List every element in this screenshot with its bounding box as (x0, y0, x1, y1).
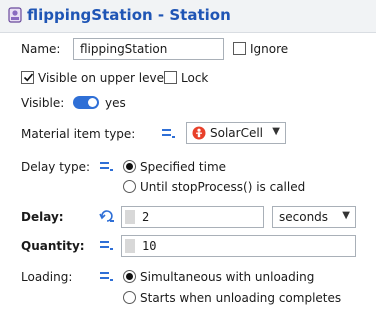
loading-simultaneous-radio[interactable] (123, 270, 136, 283)
ignore-checkbox[interactable] (233, 42, 246, 55)
delay-value: 2 (142, 210, 150, 224)
properties-header: flippingStation - Station (0, 0, 376, 33)
name-field[interactable]: flippingStation (73, 38, 224, 60)
delay-field[interactable]: 2 (121, 206, 264, 228)
delay-type-option: Specified time (140, 160, 227, 174)
delay-type-label: Delay type: (21, 160, 91, 174)
chevron-down-icon: ▼ (272, 126, 280, 137)
page-title: flippingStation - Station (27, 6, 231, 24)
lock-label: Lock (181, 71, 209, 85)
dynamic-value-icon[interactable] (99, 208, 117, 224)
quantity-label: Quantity: (21, 239, 85, 253)
lock-checkbox[interactable] (164, 71, 177, 84)
code-gutter (125, 239, 135, 253)
delay-unit-dropdown[interactable]: seconds ▼ (272, 206, 356, 228)
station-icon (8, 7, 22, 23)
quantity-value: 10 (142, 239, 157, 253)
name-label: Name: (21, 42, 61, 56)
visible-value: yes (105, 96, 126, 110)
loading-label: Loading: (21, 270, 73, 284)
static-value-icon[interactable] (100, 159, 118, 173)
quantity-field[interactable]: 10 (121, 235, 356, 257)
delay-type-option: Until stopProcess() is called (140, 180, 306, 194)
visible-label: Visible: (21, 96, 65, 110)
ignore-label: Ignore (250, 42, 289, 56)
material-item-dropdown[interactable]: SolarCell ▼ (186, 122, 286, 144)
delay-unit-value: seconds (279, 210, 329, 224)
visible-upper-label: Visible on upper level (38, 71, 168, 85)
delay-type-stopprocess-radio[interactable] (123, 180, 136, 193)
agent-person-icon (192, 126, 206, 140)
material-item-value: SolarCell (210, 126, 264, 140)
visible-upper-checkbox[interactable] (21, 71, 34, 84)
code-gutter (125, 210, 135, 224)
delay-label: Delay: (21, 210, 64, 224)
toggle-knob (88, 98, 97, 107)
delay-type-specified-radio[interactable] (123, 160, 136, 173)
loading-option: Starts when unloading completes (140, 291, 342, 305)
checkmark-icon (23, 73, 34, 82)
chevron-down-icon: ▼ (342, 210, 350, 221)
loading-after-unloading-radio[interactable] (123, 291, 136, 304)
visible-toggle[interactable] (73, 96, 99, 109)
material-label: Material item type: (21, 127, 136, 141)
static-value-icon[interactable] (100, 269, 118, 283)
static-value-icon[interactable] (100, 238, 118, 252)
loading-option: Simultaneous with unloading (140, 270, 315, 284)
static-value-icon[interactable] (162, 126, 180, 140)
